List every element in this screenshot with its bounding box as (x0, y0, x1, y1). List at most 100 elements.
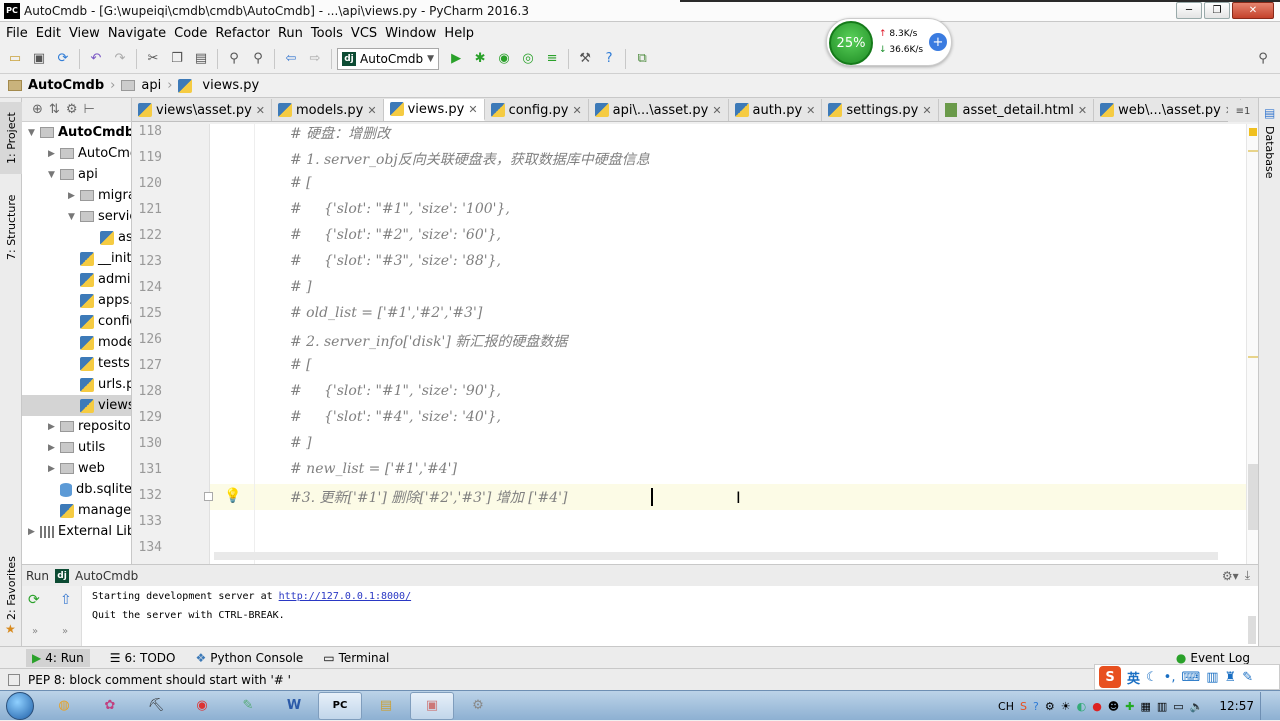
help-tray-icon[interactable]: ? (1033, 700, 1039, 713)
favorites-tool-tab[interactable]: 2: Favorites ★ (0, 550, 22, 638)
rerun-icon[interactable]: ⟳ (28, 592, 40, 608)
notepad-icon[interactable]: ✎ (226, 692, 270, 720)
locate-icon[interactable]: ⊕ (32, 102, 43, 117)
concurrency-icon[interactable]: ≡ (541, 48, 563, 70)
punctuation-icon[interactable]: •, (1164, 670, 1176, 685)
volume-icon[interactable]: 🔈 (1190, 700, 1204, 713)
fold-marker-icon[interactable] (204, 492, 213, 501)
hide-panel-icon[interactable]: ⊢ (83, 102, 94, 117)
code-line[interactable]: # {'slot': "#4", 'size': '40'}, (290, 409, 501, 425)
tray-language[interactable]: CH (998, 700, 1014, 713)
console-scrollbar[interactable] (1248, 616, 1256, 644)
code-line[interactable]: # 1. server_obj反向关联硬盘表，获取数据库中硬盘信息 (290, 149, 650, 169)
editor-tab[interactable]: web\...\asset.py✕ (1094, 99, 1242, 121)
editor-scroll-thumb[interactable] (1248, 464, 1258, 530)
collapse-all-icon[interactable]: ⇅ (49, 102, 60, 117)
close-tab-icon[interactable]: ✕ (468, 103, 477, 116)
close-tab-icon[interactable]: ✕ (712, 104, 721, 117)
lightbulb-icon[interactable]: 💡 (224, 488, 241, 504)
word-icon[interactable]: W (272, 692, 316, 720)
tray-icon[interactable]: ▭ (1173, 700, 1183, 713)
redo-icon[interactable]: ↷ (109, 48, 131, 70)
close-tab-icon[interactable]: ✕ (1078, 104, 1087, 117)
chevron-right-icon[interactable]: ▶ (48, 422, 60, 432)
tray-icon[interactable]: ✚ (1125, 700, 1134, 713)
tab-python-console[interactable]: ❖ Python Console (195, 651, 303, 665)
tree-item[interactable]: tests.py (22, 353, 131, 374)
chevron-right-icon[interactable]: ▶ (48, 443, 60, 453)
sogou-logo-icon[interactable]: S (1099, 666, 1121, 688)
editor-tab[interactable]: api\...\asset.py ✕ (588, 99, 729, 121)
coverage-icon[interactable]: ◉ (493, 48, 515, 70)
close-tab-icon[interactable]: ✕ (572, 104, 581, 117)
warning-marker-icon[interactable] (1249, 128, 1257, 136)
tree-item[interactable]: db.sqlite3 (22, 479, 131, 500)
expand-icon[interactable]: » (62, 626, 68, 637)
editor-tab[interactable]: config.py ✕ (484, 99, 589, 121)
code-line[interactable]: # [ (290, 175, 312, 191)
code-line[interactable]: # old_list = ['#1','#2','#3'] (290, 305, 482, 321)
editor-tab[interactable]: views.py ✕ (383, 99, 485, 121)
code-line[interactable]: # {'slot': "#1", 'size': '100'}, (290, 201, 510, 217)
undo-icon[interactable]: ↶ (85, 48, 107, 70)
tree-item[interactable]: ▼ api (22, 164, 131, 185)
chrome-icon[interactable]: ◉ (180, 692, 224, 720)
help-icon[interactable]: ? (598, 48, 620, 70)
code-line[interactable]: # new_list = ['#1','#4'] (290, 461, 457, 477)
tray-icon[interactable]: ⚙ (1045, 700, 1055, 713)
shirt-icon[interactable]: ♜ (1225, 670, 1237, 685)
copy-icon[interactable]: ❐ (166, 48, 188, 70)
tab-count[interactable]: ≡1 (1228, 100, 1258, 122)
tree-item[interactable]: ▶ web (22, 458, 131, 479)
up-arrow-icon[interactable]: ⇧ (60, 592, 72, 608)
menu-vcs[interactable]: VCS (347, 26, 381, 41)
tab-terminal[interactable]: ▭ Terminal (323, 651, 389, 665)
chevron-right-icon[interactable]: ▶ (48, 464, 60, 474)
menu-edit[interactable]: Edit (32, 26, 65, 41)
horizontal-scrollbar[interactable] (214, 552, 1218, 560)
find-icon[interactable]: ⚲ (223, 48, 245, 70)
menu-window[interactable]: Window (381, 26, 440, 41)
code-line[interactable]: # {'slot': "#3", 'size': '88'}, (290, 253, 501, 269)
server-url-link[interactable]: http://127.0.0.1:8000/ (279, 591, 411, 602)
tray-icon[interactable]: ▦ (1140, 700, 1150, 713)
tree-item[interactable]: ▼ service (22, 206, 131, 227)
chevron-right-icon[interactable]: ▶ (28, 527, 40, 537)
close-tab-icon[interactable]: ✕ (922, 104, 931, 117)
save-icon[interactable]: ▣ (28, 48, 50, 70)
code-line[interactable]: # {'slot': "#2", 'size': '60'}, (290, 227, 501, 243)
minimize-button[interactable]: ─ (1176, 2, 1202, 19)
skin-icon[interactable]: ▥ (1206, 670, 1218, 685)
close-tab-icon[interactable]: ✕ (806, 104, 815, 117)
wrench-icon[interactable]: ✎ (1242, 670, 1253, 685)
gear-icon[interactable]: ⚙ (66, 102, 78, 117)
tray-icon[interactable]: ◐ (1077, 700, 1087, 713)
plugin-icon[interactable]: ⧉ (631, 48, 653, 70)
explorer-icon[interactable]: ▤ (364, 692, 408, 720)
tree-item[interactable]: apps.py (22, 290, 131, 311)
tree-item[interactable]: __init__.py (22, 248, 131, 269)
network-monitor-widget[interactable]: 25% ↑ 8.3K/s ↓ 36.6K/s + (826, 18, 952, 66)
tab-todo[interactable]: ☰ 6: TODO (110, 651, 176, 665)
taskbar-app-icon[interactable]: ⛏ (134, 692, 178, 720)
clock[interactable]: 12:57 (1219, 699, 1254, 713)
taskbar-app-icon[interactable]: ✿ (88, 692, 132, 720)
maximize-button[interactable]: ❐ (1204, 2, 1230, 19)
editor-tab[interactable]: models.py ✕ (272, 99, 384, 121)
tree-item[interactable]: asset.py (22, 227, 131, 248)
tree-item[interactable]: views.py (22, 395, 131, 416)
code-line[interactable]: # ] (290, 279, 312, 295)
editor-tab[interactable]: settings.py ✕ (822, 99, 939, 121)
menu-file[interactable]: File (2, 26, 32, 41)
open-folder-icon[interactable]: ▭ (4, 48, 26, 70)
taskbar-app-icon[interactable]: ◍ (42, 692, 86, 720)
run-icon[interactable]: ▶ (445, 48, 467, 70)
code-editor[interactable]: 118 # 硬盘：增删改 119 # 1. server_obj反向关联硬盘表，获取数… (132, 124, 1258, 564)
taskbar-app-icon[interactable]: ▣ (410, 691, 454, 720)
code-line[interactable]: # 硬盘：增删改 (290, 124, 390, 143)
editor-tab[interactable]: views\asset.py ✕ (132, 99, 272, 121)
ime-language[interactable]: 英 (1127, 668, 1140, 687)
chevron-down-icon[interactable]: ▼ (48, 170, 60, 180)
sync-icon[interactable]: ⟳ (52, 48, 74, 70)
chevron-right-icon[interactable]: ▶ (68, 191, 80, 201)
